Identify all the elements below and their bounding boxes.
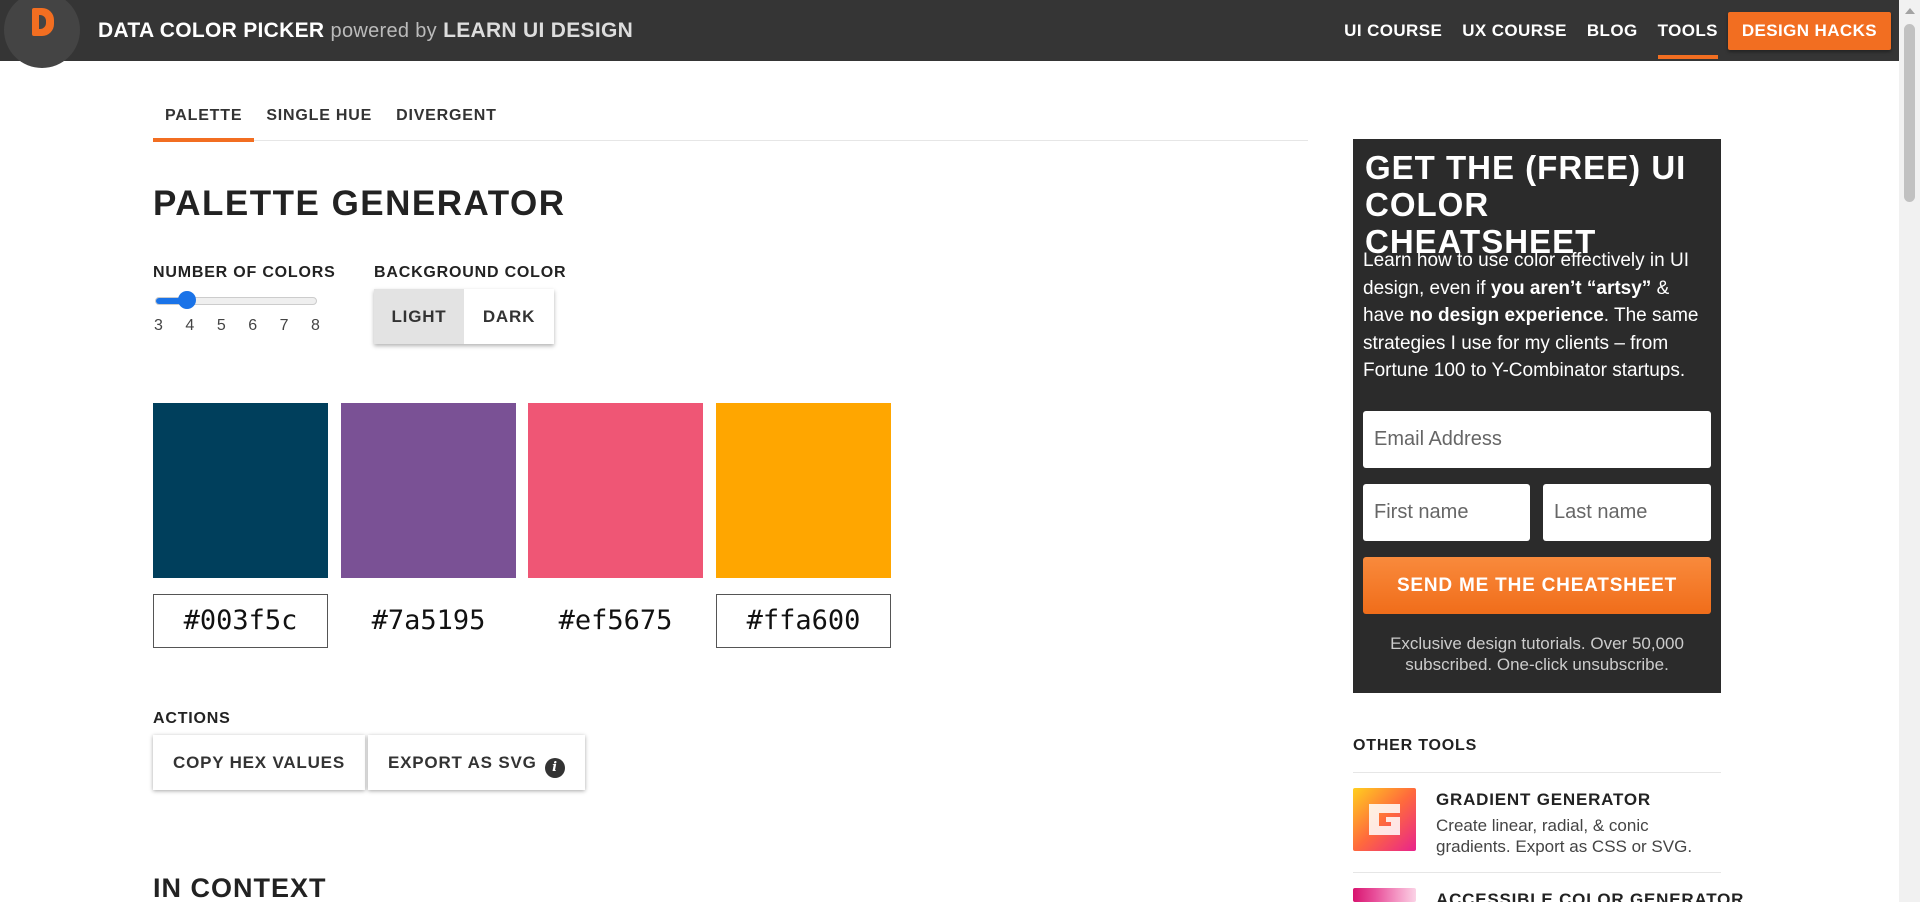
tool-desc-gradient-generator: Create linear, radial, & conic gradients… [1436,816,1693,856]
color-swatch[interactable] [528,403,703,578]
page-title: PALETTE GENERATOR [153,184,566,223]
hex-value-field[interactable]: #ffa600 [716,594,891,648]
export-svg-label: EXPORT AS SVG [388,753,537,772]
background-color-label: BACKGROUND COLOR [374,264,567,281]
logo-d-icon [32,8,54,36]
tick-label: 4 [185,317,195,334]
other-tools-heading: OTHER TOOLS [1353,737,1478,754]
signup-text-bold: no design experience [1409,305,1604,326]
color-swatch[interactable] [716,403,891,578]
nav-blog[interactable]: BLOG [1587,0,1638,61]
divider [1353,772,1721,773]
slider-tick-labels: 3 4 5 6 7 8 [154,317,320,335]
divider [1353,872,1721,873]
brand-title: DATA COLOR PICKER powered by LEARN UI DE… [98,0,633,61]
hex-value-field[interactable]: #ef5675 [528,594,703,648]
scrollbar-thumb[interactable] [1904,24,1915,202]
nav-links: UI COURSE UX COURSE BLOG TOOLS DESIGN HA… [1324,0,1891,61]
tab-palette[interactable]: PALETTE [153,97,255,142]
tick-label: 8 [311,317,320,334]
color-swatch[interactable] [341,403,516,578]
brand-parent-link[interactable]: LEARN UI DESIGN [443,19,633,42]
gradient-generator-icon[interactable] [1353,788,1416,851]
nav-tools[interactable]: TOOLS [1657,0,1719,61]
tab-divergent[interactable]: DIVERGENT [384,97,509,141]
cheatsheet-signup-card: GET THE (FREE) UI COLOR CHEATSHEET Learn… [1353,139,1721,693]
nav-ux-course[interactable]: UX COURSE [1462,0,1567,61]
email-field[interactable] [1363,411,1711,468]
in-context-heading: IN CONTEXT [153,873,327,902]
tab-single-hue[interactable]: SINGLE HUE [254,97,384,141]
signup-text-bold: you aren’t “artsy” [1490,277,1652,299]
gradient-g-icon [1369,804,1400,835]
tool-name-gradient-generator[interactable]: GRADIENT GENERATOR [1436,790,1651,810]
tool-name-accessible-color-generator[interactable]: ACCESSIBLE COLOR GENERATOR [1436,890,1744,902]
brand-name: DATA COLOR PICKER [98,19,325,42]
mode-tabs: PALETTE SINGLE HUE DIVERGENT [153,97,1308,142]
number-of-colors-label: NUMBER OF COLORS [153,264,336,281]
hex-value-field[interactable]: #7a5195 [341,594,516,648]
export-svg-button[interactable]: EXPORT AS SVG i [368,735,585,790]
logo[interactable] [4,0,80,68]
last-name-field[interactable] [1543,484,1711,541]
tick-label: 6 [248,317,258,334]
signup-description: Learn how to use color effectively in UI… [1363,247,1715,385]
signup-title: GET THE (FREE) UI COLOR CHEATSHEET [1365,149,1687,260]
first-name-field[interactable] [1363,484,1530,541]
design-hacks-button[interactable]: DESIGN HACKS [1727,11,1891,50]
tick-label: 3 [154,317,163,334]
copy-hex-values-button[interactable]: COPY HEX VALUES [153,735,365,790]
bg-dark-button[interactable]: DARK [464,289,554,344]
scrollbar[interactable] [1899,0,1920,902]
tick-label: 5 [216,317,226,334]
signup-footer-note: Exclusive design tutorials. Over 50,000 … [1390,634,1684,674]
scroll-up-arrow-icon[interactable] [1905,8,1915,14]
tick-label: 7 [279,317,289,334]
powered-by-text: powered by [330,20,437,42]
color-swatch[interactable] [153,403,328,578]
nav-ui-course[interactable]: UI COURSE [1344,0,1442,61]
hex-value-field[interactable]: #003f5c [153,594,328,648]
accessible-color-generator-icon[interactable] [1353,888,1416,902]
actions-label: ACTIONS [153,710,231,727]
send-cheatsheet-button[interactable]: SEND ME THE CHEATSHEET [1363,557,1711,614]
info-icon[interactable]: i [544,758,565,778]
background-toggle: LIGHT DARK [374,289,554,344]
slider-thumb[interactable] [178,291,196,309]
top-navbar: DATA COLOR PICKER powered by LEARN UI DE… [0,0,1899,68]
bg-light-button[interactable]: LIGHT [374,289,464,344]
